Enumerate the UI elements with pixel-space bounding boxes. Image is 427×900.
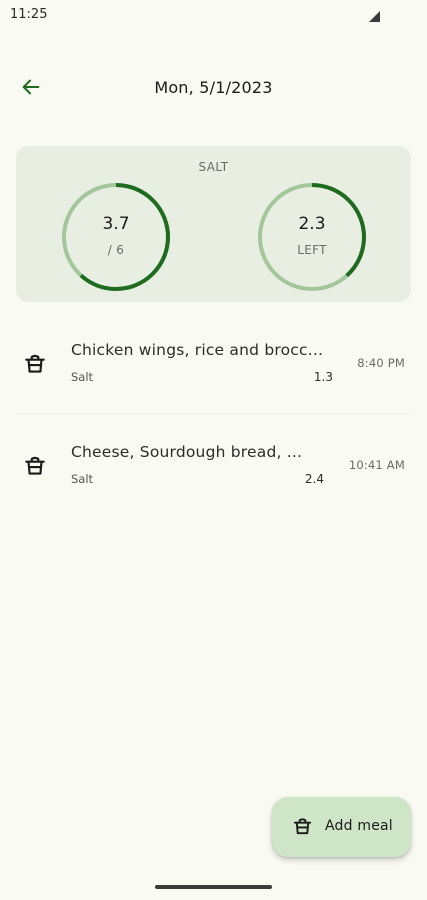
meal-pot-icon xyxy=(291,815,314,838)
meal-list: Chicken wings, rice and brocc... Salt 1.… xyxy=(0,318,427,512)
meal-pot-icon xyxy=(22,351,48,377)
meal-pot-icon xyxy=(22,453,48,479)
nutrient-label: SALT xyxy=(198,160,229,174)
remaining-ring: 2.3 LEFT xyxy=(257,182,367,292)
signal-icon xyxy=(368,8,381,22)
meal-name: Chicken wings, rice and brocc... xyxy=(71,341,324,359)
meal-item[interactable]: Cheese, Sourdough bread, ... Salt 2.4 10… xyxy=(0,420,427,512)
status-bar: 11:25 xyxy=(0,0,427,28)
divider xyxy=(16,413,411,414)
add-meal-label: Add meal xyxy=(325,818,393,834)
consumed-ring: 3.7 / 6 xyxy=(61,182,171,292)
meal-time: 8:40 PM xyxy=(357,356,405,370)
nutrient-summary-card: SALT 3.7 / 6 2.3 LEFT xyxy=(16,146,411,302)
gesture-navigation-bar[interactable] xyxy=(155,885,272,889)
remaining-label: LEFT xyxy=(297,243,327,257)
page-title: Mon, 5/1/2023 xyxy=(154,78,273,97)
consumed-limit: / 6 xyxy=(107,243,125,257)
consumed-value: 3.7 xyxy=(102,214,130,234)
meal-nutrient-amount: 2.4 xyxy=(304,472,324,486)
meal-item[interactable]: Chicken wings, rice and brocc... Salt 1.… xyxy=(0,318,427,414)
meal-time: 10:41 AM xyxy=(348,458,405,472)
meal-nutrient-amount: 1.3 xyxy=(313,370,333,384)
meal-nutrient-label: Salt xyxy=(71,370,94,384)
remaining-value: 2.3 xyxy=(298,214,326,234)
status-time: 11:25 xyxy=(10,7,48,22)
top-app-bar: Mon, 5/1/2023 xyxy=(0,62,427,114)
add-meal-button[interactable]: Add meal xyxy=(272,797,411,857)
meal-nutrient-label: Salt xyxy=(71,472,94,486)
screen: 11:25 Mon, 5/1/2023 SALT 3.7 / 6 2.3 LEF… xyxy=(0,0,427,900)
meal-name: Cheese, Sourdough bread, ... xyxy=(71,443,303,461)
